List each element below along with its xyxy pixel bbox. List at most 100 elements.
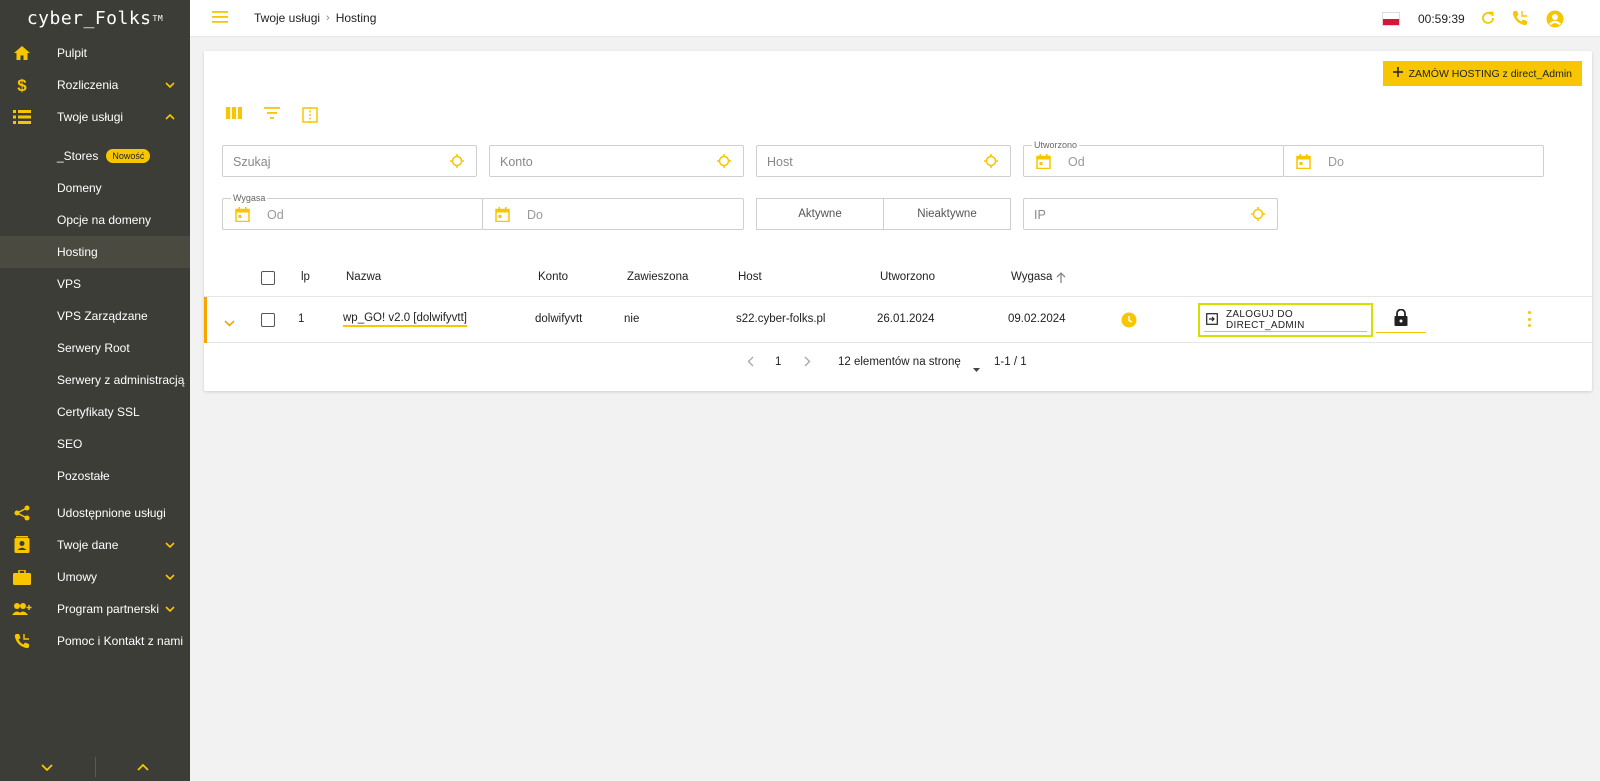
- cell-lp: 1: [298, 313, 305, 325]
- ip-input[interactable]: IP: [1023, 198, 1278, 230]
- sidebar-item-vps[interactable]: VPS: [0, 268, 190, 300]
- sidebar-item-opcje-na-domeny[interactable]: Opcje na domeny: [0, 204, 190, 236]
- briefcase-icon: [12, 567, 32, 587]
- column-header-lp[interactable]: lp: [301, 271, 310, 283]
- column-header-nazwa[interactable]: Nazwa: [346, 271, 381, 283]
- sidebar-item-label: Hosting: [57, 245, 98, 259]
- login-direct-admin-button[interactable]: ZALOGUJ DO DIRECT_ADMIN: [1198, 303, 1373, 337]
- nieaktywne-toggle[interactable]: Nieaktywne: [883, 199, 1010, 229]
- page-range: 1-1 / 1: [994, 356, 1027, 368]
- cell-host: s22.cyber-folks.pl: [736, 313, 826, 325]
- sidebar-item-twoje-uslugi[interactable]: Twoje usługi: [0, 101, 190, 133]
- calendar-icon: [1036, 154, 1051, 170]
- filter-icon[interactable]: [264, 107, 282, 123]
- sidebar-item-certyfikaty-ssl[interactable]: Certyfikaty SSL: [0, 396, 190, 428]
- order-hosting-button[interactable]: ZAMÓW HOSTING z direct_Admin: [1382, 61, 1582, 86]
- utworzono-do-input[interactable]: Do: [1283, 145, 1544, 177]
- new-badge: Nowość: [106, 149, 151, 164]
- sidebar-item-label: Rozliczenia: [57, 78, 119, 92]
- sidebar-item-label: Udostępnione usługi: [57, 506, 166, 520]
- chevron-down-icon: [41, 760, 53, 774]
- logo[interactable]: cyber_Folks TM: [0, 0, 190, 36]
- sidebar-item-serwery-root[interactable]: Serwery Root: [0, 332, 190, 364]
- sidebar-item-domeny[interactable]: Domeny: [0, 172, 190, 204]
- add-user-icon: [12, 599, 32, 619]
- breadcrumb-item[interactable]: Twoje usługi: [254, 11, 320, 25]
- expand-row-chevron-icon[interactable]: [224, 316, 235, 330]
- sidebar-item-vps-zarzadzane[interactable]: VPS Zarządzane: [0, 300, 190, 332]
- cell-nazwa-link[interactable]: wp_GO! v2.0 [dolwifyvtt]: [343, 312, 467, 327]
- list-icon: [12, 107, 32, 127]
- konto-input[interactable]: Konto: [489, 145, 744, 177]
- more-options-icon[interactable]: [1526, 311, 1532, 327]
- cell-zawieszona: nie: [624, 313, 640, 325]
- sidebar-item-program-partnerski[interactable]: Program partnerski: [0, 593, 190, 625]
- sidebar-item-label: Twoje dane: [57, 538, 119, 552]
- sidebar-item-serwery-z-administracja[interactable]: Serwery z administracją: [0, 364, 190, 396]
- cell-wygasa: 09.02.2024: [1008, 313, 1066, 325]
- chevron-down-icon: [164, 603, 176, 615]
- sidebar-item-label: Domeny: [57, 181, 102, 195]
- prev-page-icon[interactable]: [747, 356, 757, 368]
- ip-placeholder: IP: [1034, 208, 1046, 222]
- sidebar-item-stores[interactable]: _Stores Nowość: [0, 140, 190, 172]
- column-header-utworzono[interactable]: Utworzono: [880, 271, 935, 283]
- menu-icon[interactable]: [212, 11, 228, 25]
- sidebar-item-seo[interactable]: SEO: [0, 428, 190, 460]
- column-header-konto[interactable]: Konto: [538, 271, 568, 283]
- sidebar-item-label: Opcje na domeny: [57, 213, 152, 227]
- sidebar-item-pulpit[interactable]: Pulpit: [0, 37, 190, 69]
- sidebar-item-pozostale[interactable]: Pozostałe: [0, 460, 190, 492]
- sidebar-item-label: Pomoc i Kontakt z nami: [57, 634, 184, 648]
- session-timer: 00:59:39: [1418, 12, 1465, 26]
- target-icon: [1251, 207, 1265, 221]
- account-icon[interactable]: [1546, 10, 1564, 28]
- login-icon: [1206, 312, 1218, 328]
- select-all-checkbox[interactable]: [261, 271, 275, 285]
- polish-flag-icon[interactable]: [1382, 12, 1400, 26]
- row-checkbox[interactable]: [261, 313, 275, 327]
- search-input[interactable]: Szukaj: [222, 145, 477, 177]
- sidebar: cyber_Folks TM Pulpit $ Rozliczenia Twoje…: [0, 0, 190, 781]
- expand-all-button[interactable]: [96, 753, 191, 781]
- sidebar-item-hosting[interactable]: Hosting: [0, 236, 190, 268]
- sidebar-item-label: Pozostałe: [57, 469, 110, 483]
- breadcrumb-separator: ›: [326, 12, 330, 24]
- sidebar-item-rozliczenia[interactable]: $ Rozliczenia: [0, 69, 190, 101]
- lock-button[interactable]: [1376, 305, 1426, 333]
- columns-icon[interactable]: [226, 107, 244, 123]
- chevron-up-icon: [164, 111, 176, 123]
- sidebar-item-label: VPS Zarządzane: [57, 309, 148, 323]
- collapse-all-button[interactable]: [0, 753, 95, 781]
- sort-ascending-icon: [1056, 272, 1066, 286]
- pagination: 1 12 elementów na stronę 1-1 / 1: [204, 344, 1592, 384]
- sidebar-footer: [0, 753, 190, 781]
- dropdown-arrow-icon[interactable]: [973, 361, 980, 375]
- density-icon[interactable]: [302, 107, 320, 123]
- host-input[interactable]: Host: [756, 145, 1011, 177]
- phone-icon: [12, 631, 32, 651]
- sidebar-item-umowy[interactable]: Umowy: [0, 561, 190, 593]
- sidebar-item-label: VPS: [57, 277, 82, 291]
- target-icon: [450, 154, 464, 168]
- sidebar-item-twoje-dane[interactable]: Twoje dane: [0, 529, 190, 561]
- sidebar-item-pomoc[interactable]: Pomoc i Kontakt z nami: [0, 625, 190, 657]
- column-header-host[interactable]: Host: [738, 271, 762, 283]
- refresh-icon[interactable]: [1480, 10, 1498, 28]
- sidebar-item-udostepnione-uslugi[interactable]: Udostępnione usługi: [0, 497, 190, 529]
- status-toggle: Aktywne Nieaktywne: [756, 198, 1011, 230]
- breadcrumb: Twoje usługi › Hosting: [254, 11, 376, 25]
- current-page[interactable]: 1: [775, 356, 781, 368]
- column-header-zawieszona[interactable]: Zawieszona: [627, 271, 688, 283]
- column-header-wygasa[interactable]: Wygasa: [1011, 271, 1052, 283]
- table-row: 1 wp_GO! v2.0 [dolwifyvtt] dolwifyvtt ni…: [204, 297, 1592, 343]
- sidebar-item-label: Umowy: [57, 570, 98, 584]
- sidebar-item-label: Program partnerski: [57, 602, 160, 616]
- chevron-down-icon: [164, 79, 176, 91]
- phone-icon[interactable]: [1512, 10, 1530, 28]
- next-page-icon[interactable]: [804, 356, 814, 368]
- per-page-select[interactable]: 12 elementów na stronę: [838, 356, 961, 368]
- aktywne-toggle[interactable]: Aktywne: [757, 199, 883, 229]
- plus-icon: [1392, 67, 1403, 80]
- wygasa-do-input[interactable]: Do: [482, 198, 744, 230]
